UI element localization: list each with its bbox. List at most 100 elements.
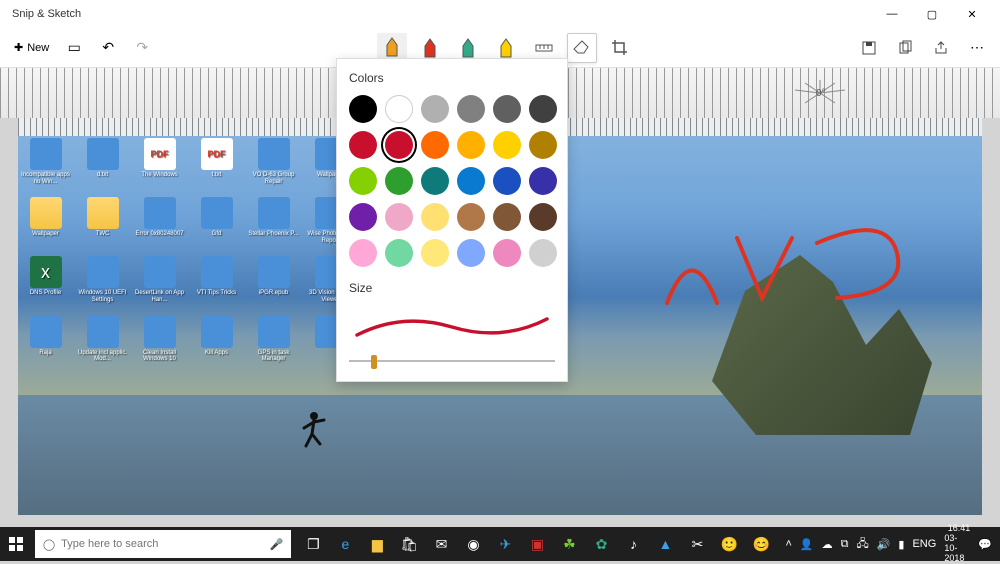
tray-chevron-icon[interactable]: ˄ <box>785 538 791 550</box>
desktop-icon[interactable]: Wallpaper <box>18 197 73 244</box>
color-swatch[interactable] <box>493 131 521 159</box>
slider-thumb[interactable] <box>371 355 377 369</box>
color-swatch[interactable] <box>529 131 557 159</box>
chrome-app-icon[interactable]: ◉ <box>457 527 489 561</box>
color-swatch[interactable] <box>349 239 377 267</box>
color-swatch[interactable] <box>385 131 413 159</box>
desktop-icon[interactable]: Incompatible apps no Win... <box>18 138 73 185</box>
undo-button[interactable]: ↶ <box>93 33 123 63</box>
color-swatch[interactable] <box>493 167 521 195</box>
color-swatch[interactable] <box>457 239 485 267</box>
color-swatch[interactable] <box>421 167 449 195</box>
mic-icon[interactable]: 🎤 <box>270 538 284 551</box>
color-swatch[interactable] <box>385 203 413 231</box>
photos-app-icon[interactable]: ▲ <box>649 527 681 561</box>
store-app-icon[interactable]: 🛍 <box>393 527 425 561</box>
minimize-button[interactable]: — <box>872 0 912 28</box>
desktop-icon[interactable]: Error 0x80248007 <box>132 197 187 244</box>
more-button[interactable]: ⋯ <box>962 33 992 63</box>
tray-dropbox-icon[interactable]: ⧉ <box>841 538 849 551</box>
color-swatch[interactable] <box>529 203 557 231</box>
desktop-icon[interactable]: Stellar Phoenix P... <box>246 197 301 244</box>
maximize-button[interactable]: ▢ <box>912 0 952 28</box>
action-center-icon[interactable]: 💬 <box>978 538 992 551</box>
color-swatch[interactable] <box>529 239 557 267</box>
color-swatch[interactable] <box>349 167 377 195</box>
app-icon-2[interactable]: ☘ <box>553 527 585 561</box>
desktop-icon[interactable]: Kill Apps <box>189 316 244 363</box>
color-swatch[interactable] <box>349 95 377 123</box>
color-swatch[interactable] <box>457 203 485 231</box>
close-button[interactable]: ✕ <box>952 0 992 28</box>
app-icon-3[interactable]: ✿ <box>585 527 617 561</box>
copy-icon <box>897 40 913 56</box>
color-swatch[interactable] <box>385 95 413 123</box>
avatar-1[interactable]: 🙂 <box>713 527 745 561</box>
desktop-icon[interactable]: Gfd <box>189 197 244 244</box>
telegram-app-icon[interactable]: ✈ <box>489 527 521 561</box>
tray-people-icon[interactable]: 👤 <box>800 538 814 551</box>
desktop-icon[interactable]: GPS in task Manager <box>246 316 301 363</box>
eraser-tool[interactable] <box>567 33 597 63</box>
tray-onedrive-icon[interactable]: ☁ <box>822 538 833 551</box>
redo-button[interactable]: ↷ <box>127 33 157 63</box>
desktop-icon[interactable]: xDNS Profile <box>18 256 73 303</box>
desktop-icon[interactable]: VTI Tips Tricks <box>189 256 244 303</box>
protractor[interactable]: 0° <box>790 78 850 108</box>
copy-button[interactable] <box>890 33 920 63</box>
desktop-icon[interactable]: Windows 10 UEFI Settings <box>75 256 130 303</box>
taskbar-clock[interactable]: 16:41 03-10-2018 <box>944 524 970 564</box>
desktop-icon[interactable]: Clean Install Windows 10 <box>132 316 187 363</box>
app-icon-1[interactable]: ▣ <box>521 527 553 561</box>
tray-battery-icon[interactable]: ▮ <box>898 538 904 551</box>
desktop-icon[interactable]: d.txt <box>75 138 130 185</box>
desktop-icon[interactable]: Update incl applic. Mod... <box>75 316 130 363</box>
color-swatch[interactable] <box>421 203 449 231</box>
desktop-icon-label: VO D-63 Group Repair <box>248 172 300 185</box>
color-swatch[interactable] <box>349 203 377 231</box>
share-button[interactable] <box>926 33 956 63</box>
save-button[interactable] <box>854 33 884 63</box>
rect-snip-button[interactable]: ▭ <box>59 33 89 63</box>
size-slider[interactable] <box>349 353 555 369</box>
explorer-app-icon[interactable]: ▆ <box>361 527 393 561</box>
start-button[interactable] <box>0 527 33 561</box>
task-view-button[interactable]: ❐ <box>297 527 329 561</box>
new-snip-button[interactable]: ✚ New <box>8 33 55 63</box>
color-swatch[interactable] <box>457 131 485 159</box>
color-swatch[interactable] <box>349 131 377 159</box>
desktop-icon[interactable]: TWC <box>75 197 130 244</box>
desktop-icon[interactable]: PDFThe Windows <box>132 138 187 185</box>
tray-lang[interactable]: ENG <box>912 538 936 550</box>
color-swatch[interactable] <box>385 239 413 267</box>
pen-stroke-vc <box>662 208 922 328</box>
desktop-icon[interactable]: iPGR.epub <box>246 256 301 303</box>
color-swatch[interactable] <box>421 95 449 123</box>
color-swatch[interactable] <box>421 131 449 159</box>
desktop-icon[interactable]: VO D-63 Group Repair <box>246 138 301 185</box>
color-swatch[interactable] <box>493 239 521 267</box>
taskbar-search[interactable]: ◯ 🎤 <box>35 530 292 558</box>
search-input[interactable] <box>61 538 264 550</box>
crop-tool[interactable] <box>605 33 635 63</box>
desktop-icon[interactable]: Raja <box>18 316 73 363</box>
tray-volume-icon[interactable]: 🔊 <box>877 538 891 551</box>
color-swatch[interactable] <box>529 167 557 195</box>
color-swatch[interactable] <box>385 167 413 195</box>
file-icon: PDF <box>144 138 176 170</box>
color-swatch[interactable] <box>421 239 449 267</box>
crop-icon <box>611 39 629 57</box>
color-swatch[interactable] <box>529 95 557 123</box>
desktop-icon[interactable]: DesertLink on App Han... <box>132 256 187 303</box>
desktop-icon[interactable]: PDFt.txt <box>189 138 244 185</box>
avatar-2[interactable]: 😊 <box>745 527 777 561</box>
edge-app-icon[interactable]: e <box>329 527 361 561</box>
color-swatch[interactable] <box>493 203 521 231</box>
itunes-app-icon[interactable]: ♪ <box>617 527 649 561</box>
color-swatch[interactable] <box>493 95 521 123</box>
snip-app-icon[interactable]: ✂ <box>681 527 713 561</box>
tray-network-icon[interactable]: 🖧 <box>856 535 868 554</box>
mail-app-icon[interactable]: ✉ <box>425 527 457 561</box>
color-swatch[interactable] <box>457 167 485 195</box>
color-swatch[interactable] <box>457 95 485 123</box>
